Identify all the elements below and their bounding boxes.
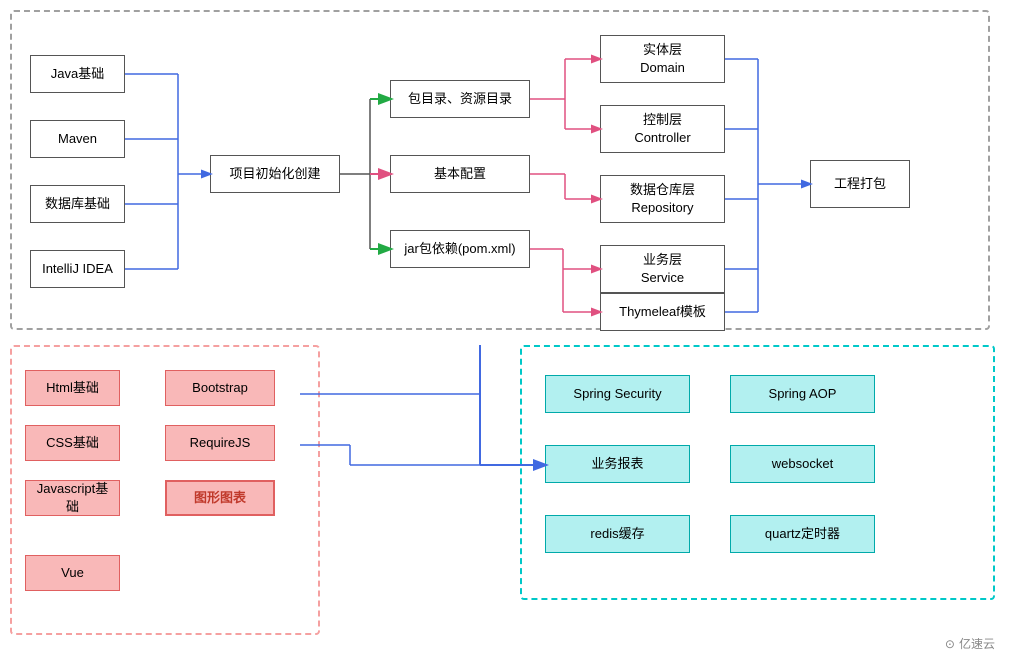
node-config: 基本配置 bbox=[390, 155, 530, 193]
node-jar: jar包依赖(pom.xml) bbox=[390, 230, 530, 268]
node-thymeleaf: Thymeleaf模板 bbox=[600, 293, 725, 331]
node-redis: redis缓存 bbox=[545, 515, 690, 553]
node-maven: Maven bbox=[30, 120, 125, 158]
node-controller: 控制层 Controller bbox=[600, 105, 725, 153]
node-spring-security: Spring Security bbox=[545, 375, 690, 413]
node-idea: IntelliJ IDEA bbox=[30, 250, 125, 288]
node-java: Java基础 bbox=[30, 55, 125, 93]
node-bootstrap: Bootstrap bbox=[165, 370, 275, 406]
node-project-init: 项目初始化创建 bbox=[210, 155, 340, 193]
node-requirejs: RequireJS bbox=[165, 425, 275, 461]
node-websocket: websocket bbox=[730, 445, 875, 483]
node-html: Html基础 bbox=[25, 370, 120, 406]
node-pkg: 包目录、资源目录 bbox=[390, 80, 530, 118]
node-css: CSS基础 bbox=[25, 425, 120, 461]
node-db: 数据库基础 bbox=[30, 185, 125, 223]
node-vue: Vue bbox=[25, 555, 120, 591]
node-business-report: 业务报表 bbox=[545, 445, 690, 483]
node-repository: 数据仓库层 Repository bbox=[600, 175, 725, 223]
node-spring-aop: Spring AOP bbox=[730, 375, 875, 413]
node-output: 工程打包 bbox=[810, 160, 910, 208]
node-quartz: quartz定时器 bbox=[730, 515, 875, 553]
node-service: 业务层 Service bbox=[600, 245, 725, 293]
node-js: Javascript基础 bbox=[25, 480, 120, 516]
watermark: ⊙ 亿速云 bbox=[945, 635, 995, 652]
node-chart: 图形图表 bbox=[165, 480, 275, 516]
node-domain: 实体层 Domain bbox=[600, 35, 725, 83]
diagram-area: Java基础 Maven 数据库基础 IntelliJ IDEA 项目初始化创建… bbox=[0, 0, 1010, 660]
